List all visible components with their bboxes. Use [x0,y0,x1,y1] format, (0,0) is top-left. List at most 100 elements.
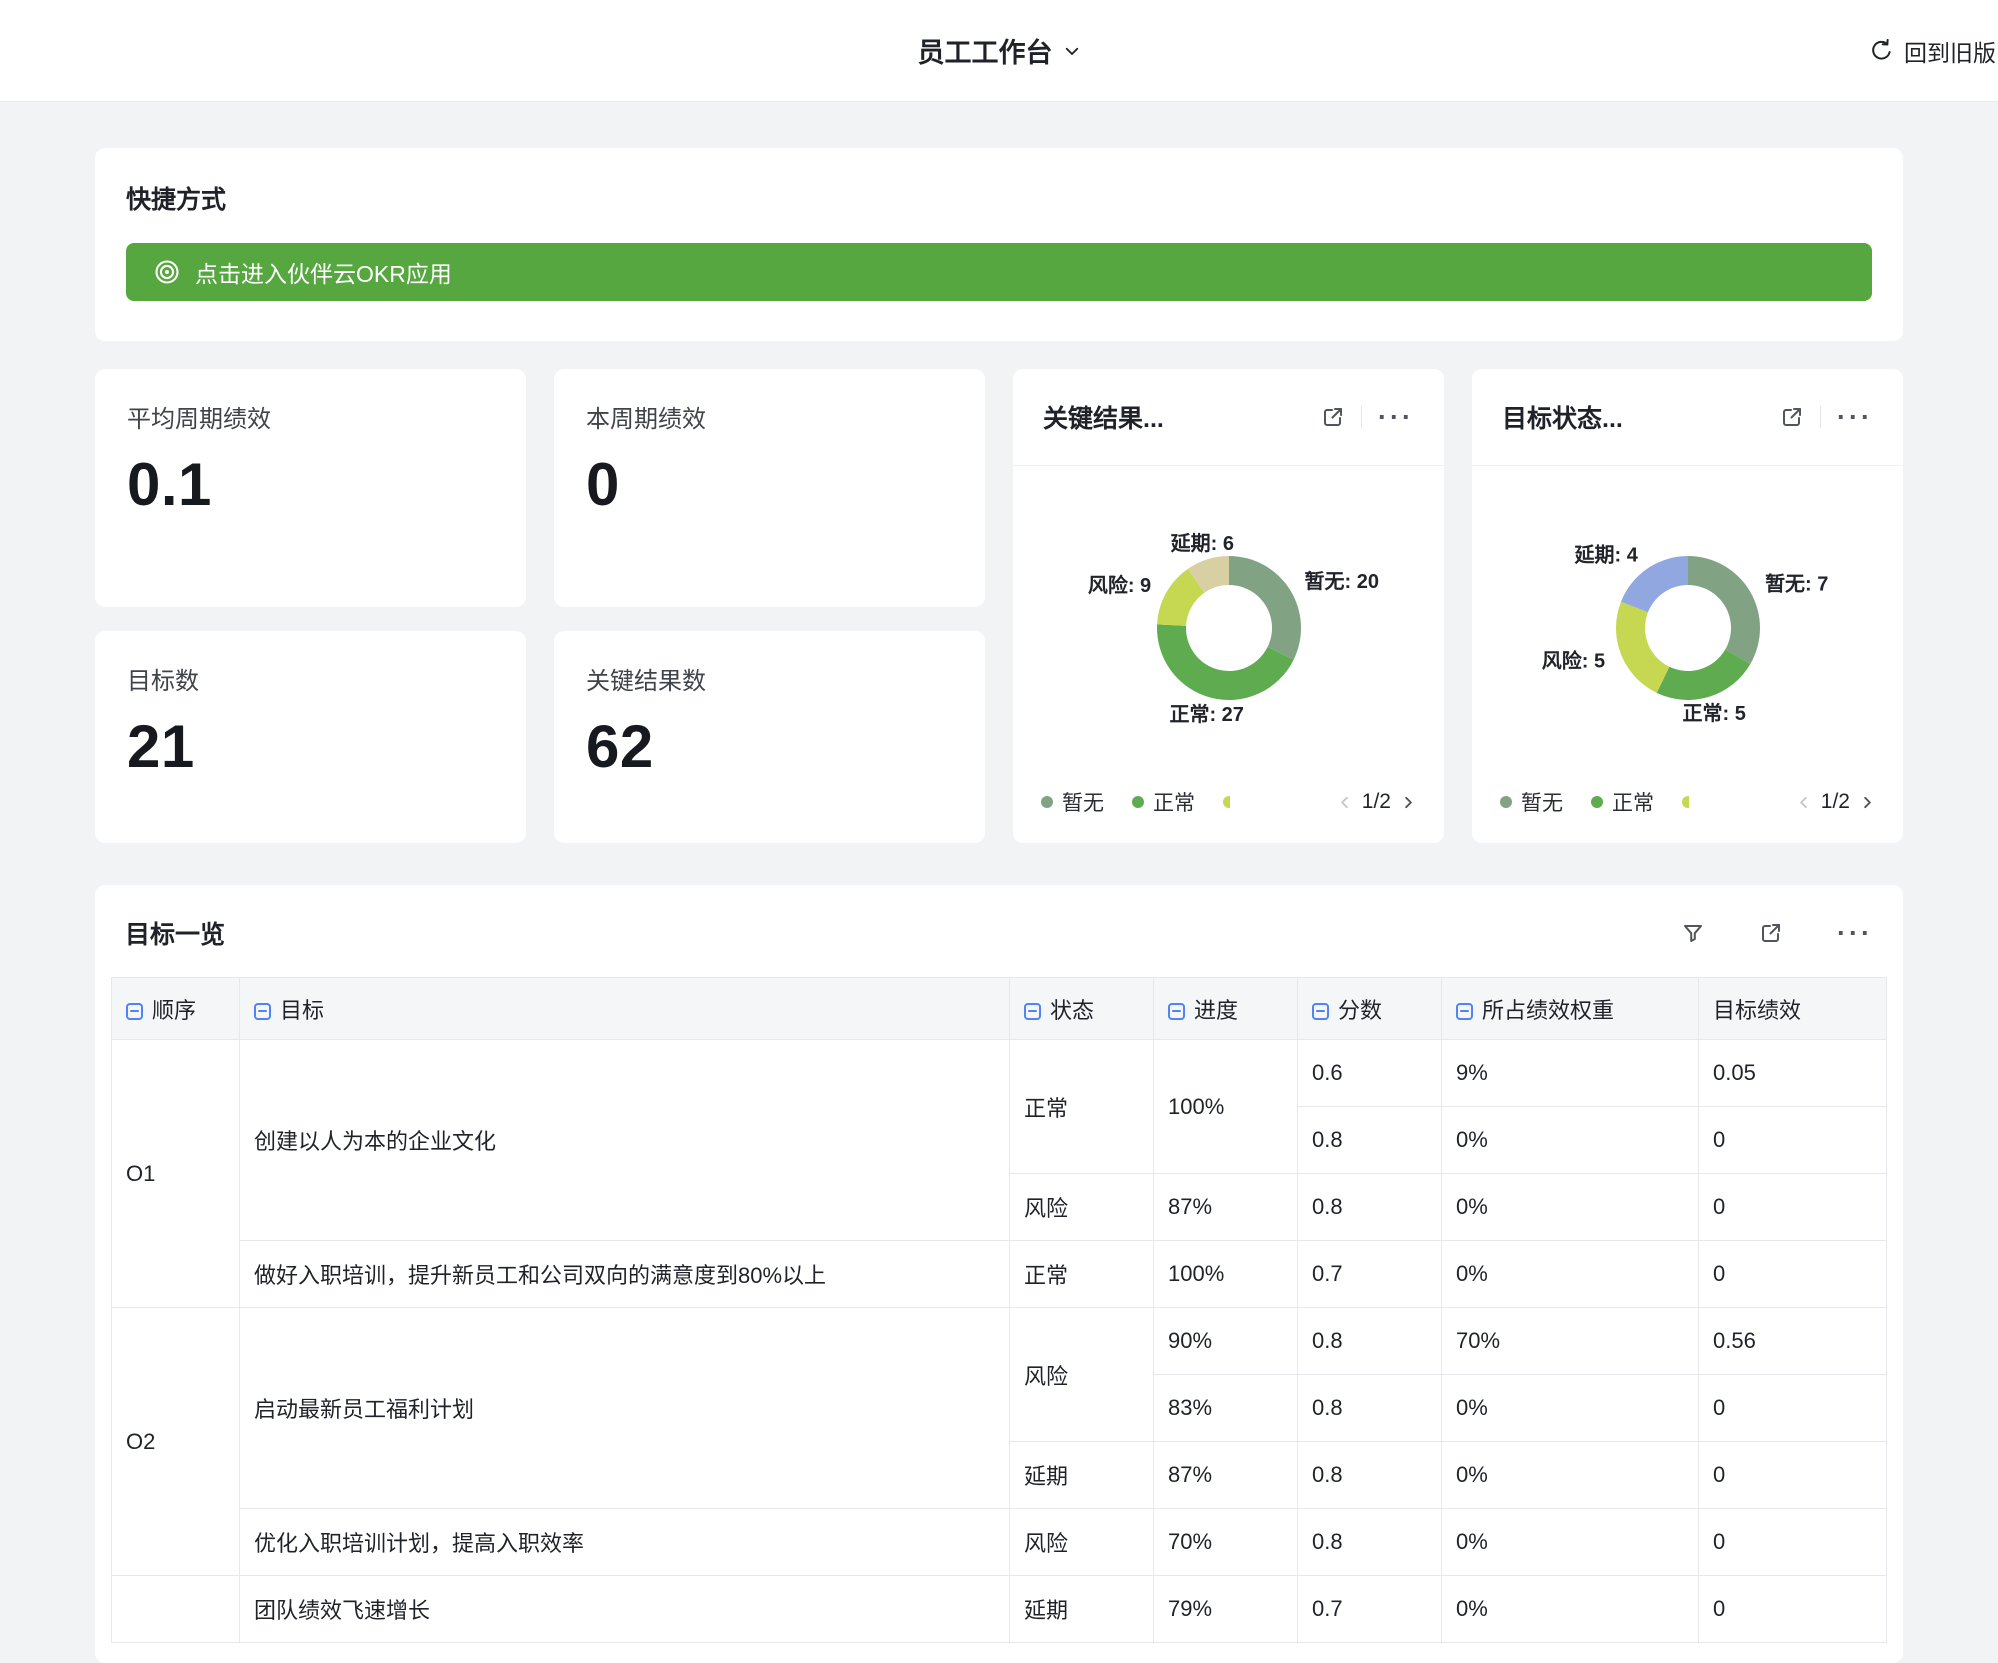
cell-performance: 0 [1699,1509,1887,1576]
legend-next-icon[interactable] [1860,795,1875,810]
objective-status-chart-card: 目标状态... ··· 暂无: 7正常: 5风险: 5延期: 4 暂无正常 1/… [1472,369,1903,843]
cell-weight: 0% [1442,1509,1699,1576]
cell-performance: 0 [1699,1442,1887,1509]
column-header: 顺序 [112,978,240,1040]
legend-pager: 1/2 [1337,790,1416,814]
cell-progress: 90% [1154,1308,1298,1375]
goals-overview-card: 目标一览 ··· 顺序目标状态进度分数所占绩效权重目标绩效 O1创建以人为本的企… [95,885,1903,1663]
cell-status: 正常 [1010,1241,1154,1308]
chart-footer: 暂无正常 1/2 [1472,787,1903,843]
back-to-old-version-label: 回到旧版 [1904,34,1996,68]
column-label: 所占绩效权重 [1482,998,1614,1023]
column-label: 顺序 [152,998,196,1023]
filter-icon[interactable] [1681,921,1705,945]
collapse-icon[interactable] [254,1003,271,1020]
donut-label: 延期: 6 [1169,531,1233,555]
legend-item[interactable]: 暂无 [1500,787,1563,817]
legend-label: 暂无 [1521,787,1563,817]
stat-label: 目标数 [127,661,494,696]
legend-next-icon[interactable] [1401,795,1416,810]
legend-prev-icon[interactable] [1337,795,1352,810]
legend-item[interactable]: 暂无 [1041,787,1104,817]
cell-weight: 9% [1442,1040,1699,1107]
cell-score: 0.8 [1298,1174,1442,1241]
cell-progress: 70% [1154,1509,1298,1576]
stat-card-key-result-count: 关键结果数 62 [554,631,985,843]
revert-icon [1869,38,1894,63]
more-options-icon[interactable]: ··· [1837,409,1873,425]
stat-value: 62 [586,712,953,781]
cell-score: 0.8 [1298,1107,1442,1174]
legend-dot [1591,796,1603,808]
legend-label: 正常 [1612,787,1654,817]
column-header: 进度 [1154,978,1298,1040]
column-header: 状态 [1010,978,1154,1040]
column-label: 进度 [1194,998,1238,1023]
legend-item[interactable]: 正常 [1591,787,1654,817]
legend-dot [1682,796,1689,808]
goals-table: 顺序目标状态进度分数所占绩效权重目标绩效 O1创建以人为本的企业文化正常100%… [111,977,1887,1643]
table-row: O2启动最新员工福利计划风险90%0.870%0.56 [112,1308,1887,1375]
donut-label: 风险: 5 [1541,648,1604,672]
cell-performance: 0 [1699,1107,1887,1174]
chart-legend: 暂无 正常 [1041,787,1325,817]
cell-status: 正常 [1010,1040,1154,1174]
shortcuts-card: 快捷方式 点击进入伙伴云OKR应用 [95,148,1903,341]
goals-actions: ··· [1681,921,1873,945]
donut-label: 暂无: 20 [1304,568,1378,592]
stat-value: 0 [586,450,953,519]
donut-label: 正常: 27 [1169,703,1243,726]
cell-progress: 100% [1154,1241,1298,1308]
donut-segment [1616,601,1669,692]
stat-card-average-cycle-performance: 平均周期绩效 0.1 [95,369,526,607]
workspace-switcher[interactable]: 员工工作台 [918,31,1081,70]
legend-prev-icon[interactable] [1796,795,1811,810]
collapse-icon[interactable] [126,1003,143,1020]
cell-score: 0.7 [1298,1576,1442,1643]
legend-label: 正常 [1153,787,1195,817]
column-label: 分数 [1338,998,1382,1023]
legend-dot [1132,796,1144,808]
legend-item-clipped [1223,796,1230,808]
cell-weight: 0% [1442,1241,1699,1308]
chart-title: 关键结果... [1043,399,1164,435]
cell-score: 0.8 [1298,1509,1442,1576]
column-label: 目标绩效 [1713,998,1801,1023]
collapse-icon[interactable] [1456,1003,1473,1020]
cell-performance: 0 [1699,1576,1887,1643]
more-options-icon[interactable]: ··· [1378,409,1414,425]
divider [1820,406,1821,428]
cell-weight: 0% [1442,1107,1699,1174]
open-in-new-icon[interactable] [1759,921,1783,945]
collapse-icon[interactable] [1312,1003,1329,1020]
cell-status: 风险 [1010,1174,1154,1241]
legend-dot [1500,796,1512,808]
open-in-new-icon[interactable] [1321,405,1345,429]
chevron-down-icon [1063,42,1081,60]
donut-segment [1229,556,1301,660]
page-title: 员工工作台 [918,31,1053,70]
legend-item[interactable]: 正常 [1132,787,1195,817]
cell-weight: 0% [1442,1442,1699,1509]
cell-weight: 0% [1442,1576,1699,1643]
legend-dot [1041,796,1053,808]
donut-segment [1656,649,1750,700]
cell-status: 延期 [1010,1442,1154,1509]
okr-app-button[interactable]: 点击进入伙伴云OKR应用 [126,243,1872,301]
cell-score: 0.7 [1298,1241,1442,1308]
back-to-old-version-link[interactable]: 回到旧版 [1869,0,1996,101]
cell-order [112,1576,240,1643]
chart-actions: ··· [1321,405,1414,429]
more-options-icon[interactable]: ··· [1837,925,1873,941]
cell-progress: 87% [1154,1442,1298,1509]
cell-weight: 70% [1442,1308,1699,1375]
cell-performance: 0.05 [1699,1040,1887,1107]
legend-page-indicator: 1/2 [1362,790,1391,814]
collapse-icon[interactable] [1168,1003,1185,1020]
collapse-icon[interactable] [1024,1003,1041,1020]
donut-chart: 暂无: 20正常: 27风险: 9延期: 6 [1013,466,1444,787]
stats-grid: 平均周期绩效 0.1 本周期绩效 0 关键结果... ··· 暂无: 20正常:… [95,369,1903,843]
open-in-new-icon[interactable] [1780,405,1804,429]
chart-footer: 暂无 正常 1/2 [1013,787,1444,843]
table-row: 团队绩效飞速增长延期79%0.70%0 [112,1576,1887,1643]
